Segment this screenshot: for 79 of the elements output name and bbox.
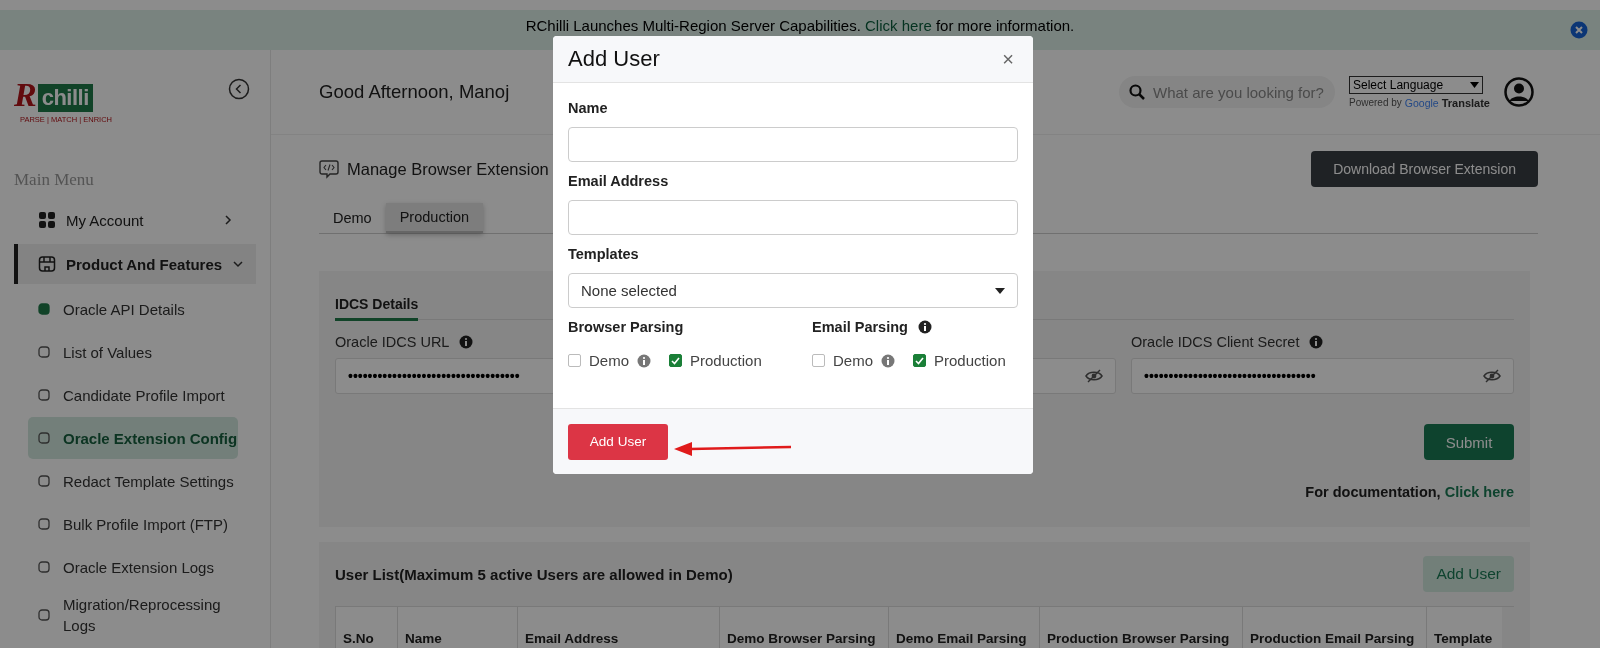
submenu-icon xyxy=(37,608,51,622)
submenu-icon xyxy=(37,431,51,445)
menu-heading: Main Menu xyxy=(13,169,95,191)
column-header: Name xyxy=(397,607,517,648)
column-header: Template xyxy=(1426,607,1502,648)
caret-icon xyxy=(995,287,1005,294)
close-icon[interactable] xyxy=(1570,21,1588,39)
column-header: Production Browser Parsing xyxy=(1039,607,1242,648)
field-label: Oracle IDCS URL xyxy=(335,334,450,350)
language-select[interactable]: Select Language xyxy=(1349,75,1483,94)
submenu-icon xyxy=(37,345,51,359)
group-label: Browser Parsing xyxy=(568,319,684,335)
submenu-item[interactable]: Oracle API Details xyxy=(28,288,238,330)
google-wordmark: Google xyxy=(1404,96,1439,109)
modal-title: Add User xyxy=(568,46,660,72)
caret-icon xyxy=(1470,81,1479,88)
info-icon xyxy=(459,335,474,349)
check-icon xyxy=(671,356,680,365)
checkbox[interactable] xyxy=(812,354,825,367)
greeting-text: Good Afternoon, Manoj xyxy=(319,81,511,103)
password-field[interactable]: ••••••••••••••••••••••••••••••••••• xyxy=(1131,358,1514,394)
checkbox[interactable] xyxy=(913,354,926,367)
checkbox[interactable] xyxy=(669,354,682,367)
eye-slash-icon xyxy=(1483,369,1501,383)
collapse-icon[interactable] xyxy=(228,78,250,100)
documentation-text: For documentation, Click here xyxy=(1304,484,1514,500)
translate-text: Translate xyxy=(1441,96,1490,109)
field-label: Templates xyxy=(568,246,639,262)
powered-by-text: Powered by xyxy=(1349,97,1402,108)
submenu-icon xyxy=(37,517,51,531)
submenu-item[interactable]: Migration/Reprocessing Logs xyxy=(28,589,238,641)
column-header: Demo Email Parsing xyxy=(888,607,1039,648)
submenu-icon xyxy=(37,302,51,316)
column-header: Email Address xyxy=(517,607,719,648)
banner-link[interactable]: Click here xyxy=(865,17,932,34)
eye-slash-icon xyxy=(1085,369,1103,383)
submenu-item[interactable]: Oracle Extension Config xyxy=(28,417,238,459)
submenu-item[interactable]: Oracle Extension Logs xyxy=(28,546,238,588)
tab[interactable]: Demo xyxy=(319,203,386,233)
checkbox-label: Demo xyxy=(833,352,873,369)
download-extension-button[interactable]: Download Browser Extension xyxy=(1311,151,1538,187)
field-label: Oracle IDCS Client Secret xyxy=(1131,334,1300,350)
submit-button[interactable]: Submit xyxy=(1424,424,1514,460)
checkbox-label: Production xyxy=(934,352,1006,369)
submenu-item[interactable]: List of Values xyxy=(28,331,238,373)
add-user-button[interactable]: Add User xyxy=(1423,556,1514,592)
input-field[interactable] xyxy=(568,127,1018,162)
user-list-title: User List(Maximum 5 active Users are allowed in Demo) xyxy=(335,565,733,583)
submenu-icon xyxy=(37,560,51,574)
checkbox[interactable] xyxy=(568,354,581,367)
group-label: Email Parsing xyxy=(812,319,908,335)
input-field[interactable] xyxy=(568,200,1018,235)
page-title: Manage Browser Extension xyxy=(347,159,550,179)
column-header: Demo Browser Parsing xyxy=(719,607,888,648)
info-icon xyxy=(1309,335,1324,349)
column-header: Production Email Parsing xyxy=(1242,607,1426,648)
section-tab[interactable]: IDCS Details xyxy=(335,296,419,321)
menu-item[interactable]: Product And Features xyxy=(14,244,256,284)
store-icon xyxy=(38,255,56,273)
grid-icon xyxy=(38,211,56,229)
menu-item[interactable]: My Account xyxy=(14,200,256,240)
field-label: Name xyxy=(568,100,608,116)
submenu-item[interactable]: Candidate Profile Import xyxy=(28,374,238,416)
submenu-icon xyxy=(37,474,51,488)
submenu-item[interactable]: Bulk Profile Import (FTP) xyxy=(28,503,238,545)
announcement-text: RChilli Launches Multi-Region Server Capabilities. Click here for more information. xyxy=(525,18,1075,34)
field-label: Email Address xyxy=(568,173,669,189)
submenu-icon xyxy=(37,388,51,402)
documentation-link[interactable]: Click here xyxy=(1444,484,1514,500)
submenu-item[interactable]: Redact Template Settings xyxy=(28,460,238,502)
column-header: S.No xyxy=(335,607,397,648)
tab[interactable]: Production xyxy=(385,203,483,233)
template-select[interactable]: None selected xyxy=(568,273,1018,308)
code-chat-icon xyxy=(319,159,339,179)
close-button[interactable]: × xyxy=(998,47,1018,71)
user-avatar-icon[interactable] xyxy=(1504,77,1534,107)
check-icon xyxy=(915,356,924,365)
add-user-button[interactable]: Add User xyxy=(568,423,668,460)
search-icon xyxy=(1129,84,1145,100)
